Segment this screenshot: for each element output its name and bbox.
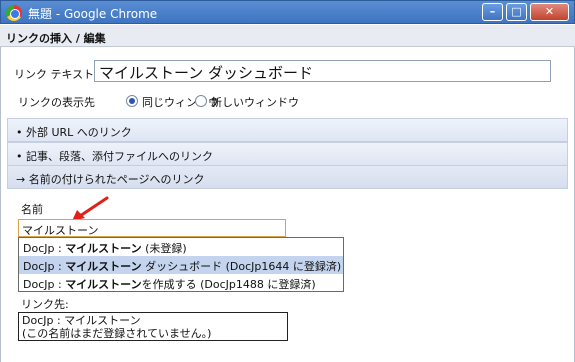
maximize-button[interactable]: □ [506, 3, 527, 21]
suggestion-item-selected[interactable]: DocJp : マイルストーン ダッシュボード (DocJp1644 に登録済) [19, 256, 343, 274]
section-external-url[interactable]: • 外部 URL へのリンク [7, 118, 568, 142]
name-label: 名前 [21, 203, 43, 216]
link-target-box: DocJp : マイルストーン (この名前はまだ登録されていません。) [18, 312, 288, 341]
link-target-note: (この名前はまだ登録されていません。) [22, 327, 212, 340]
link-text-input[interactable]: マイルストーン ダッシュボード [94, 60, 551, 82]
name-input[interactable]: マイルストーン [18, 219, 286, 237]
window-title: 無題 - Google Chrome [28, 7, 158, 21]
radio-new-window[interactable] [195, 95, 207, 107]
section-article-link[interactable]: • 記事、段落、添付ファイルへのリンク [7, 142, 568, 166]
section-named-page[interactable]: → 名前の付けられたページへのリンク [7, 165, 568, 189]
chrome-icon [6, 5, 22, 21]
window-titlebar: 無題 - Google Chrome – □ ✕ [0, 0, 575, 24]
suggestion-item[interactable]: DocJp : マイルストーン (未登録) [19, 238, 343, 256]
radio-same-window[interactable] [126, 95, 138, 107]
radio-same-window-label[interactable]: 同じウィンドウ [142, 94, 219, 110]
suggestion-item[interactable]: DocJp : マイルストーンを作成する (DocJp1488 に登録済) [19, 274, 343, 292]
dialog-header: リンクの挿入 / 編集 [0, 25, 575, 47]
minimize-button[interactable]: – [482, 3, 503, 21]
link-target-label: リンク先: [21, 298, 69, 311]
display-target-label: リンクの表示先 [18, 96, 95, 109]
link-text-label: リンク テキスト [14, 68, 95, 81]
close-button[interactable]: ✕ [530, 3, 569, 21]
radio-new-window-label[interactable]: 新しいウィンドウ [211, 94, 299, 110]
suggestion-list: DocJp : マイルストーン (未登録) DocJp : マイルストーン ダッ… [18, 237, 344, 292]
link-target-line: DocJp : マイルストーン [22, 314, 141, 327]
